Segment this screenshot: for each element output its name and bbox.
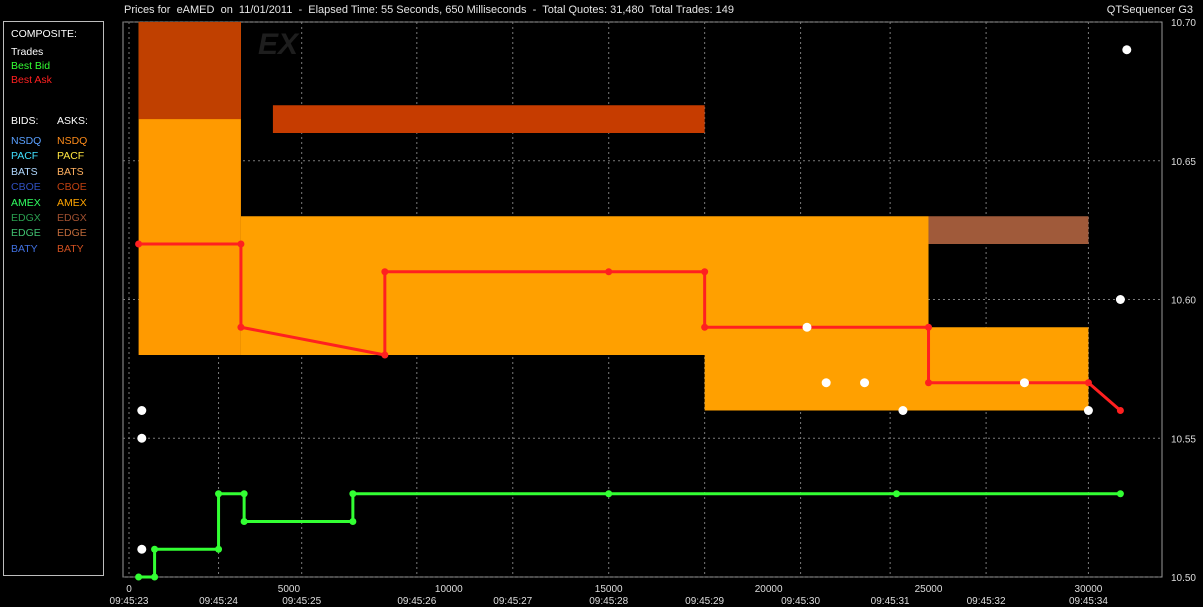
best-bid-point [215,545,223,553]
time-label: 09:45:30 [781,596,820,607]
trades-point [137,544,147,554]
best-ask-point [925,379,933,387]
time-label: 09:45:26 [397,596,436,607]
trades-point [802,322,812,332]
trades-point [898,406,908,415]
time-label: 09:45:25 [282,596,321,607]
best-ask-point [135,240,143,248]
x-tick-label: 10000 [435,584,463,595]
time-label: 09:45:32 [967,596,1006,607]
x-tick-label: 25000 [915,584,943,595]
best-ask-point [701,323,709,331]
y-tick-label: 10.70 [1171,18,1196,29]
best-bid-point [349,518,357,525]
y-tick-label: 10.65 [1171,157,1196,168]
x-tick-label: 5000 [278,584,301,595]
y-tick-label: 10.50 [1171,573,1196,584]
time-label: 09:45:27 [493,596,532,607]
best-bid-point [215,490,223,498]
trades-point [860,378,870,388]
best-ask-point [237,240,245,248]
best-bid-point [893,490,901,498]
x-tick-label: 0 [126,584,132,595]
best-bid-point [605,490,613,498]
time-label: 09:45:31 [871,596,910,607]
price-chart: EX 10.50 10.55 10.60 10.65 10.70 0 5000 10000 15… [110,18,1197,607]
trades-point [821,378,831,388]
best-ask-point [701,268,709,276]
best-bid-point [151,545,159,553]
best-ask-point [1084,379,1092,387]
x-tick-label: 15000 [595,584,623,595]
best-ask-point [381,351,389,359]
best-ask-point [237,323,245,331]
y-tick-label: 10.55 [1171,434,1196,445]
time-label: 09:45:23 [110,596,149,607]
ask-band-edgx [928,216,1089,244]
x-tick-label: 30000 [1075,584,1103,595]
y-tick-label: 10.60 [1171,296,1196,307]
best-bid-point [240,490,248,498]
trades-point [137,406,147,415]
trades-point [1019,378,1029,388]
ask-band-late [704,327,1089,411]
time-label: 09:45:29 [685,596,724,607]
watermark: EX [258,28,300,61]
best-bid-point [151,573,159,581]
best-ask-point [381,268,389,276]
trades-point [1115,295,1125,304]
best-bid-point [240,518,248,525]
time-label: 09:45:24 [199,596,238,607]
best-bid-point [349,490,357,498]
x-tick-label: 20000 [755,584,783,595]
best-bid-point [135,573,143,581]
trades-point [1122,45,1132,55]
best-ask-point [1116,407,1124,414]
time-label: 09:45:28 [589,596,628,607]
trades-point [1083,406,1093,415]
best-ask-point [605,268,613,276]
trades-point [137,433,147,443]
ask-band-early-upper [138,22,241,120]
time-label: 09:45:34 [1069,596,1108,607]
best-bid-point [1116,490,1124,498]
ask-band-upper [272,105,705,133]
best-ask-point [925,323,933,331]
